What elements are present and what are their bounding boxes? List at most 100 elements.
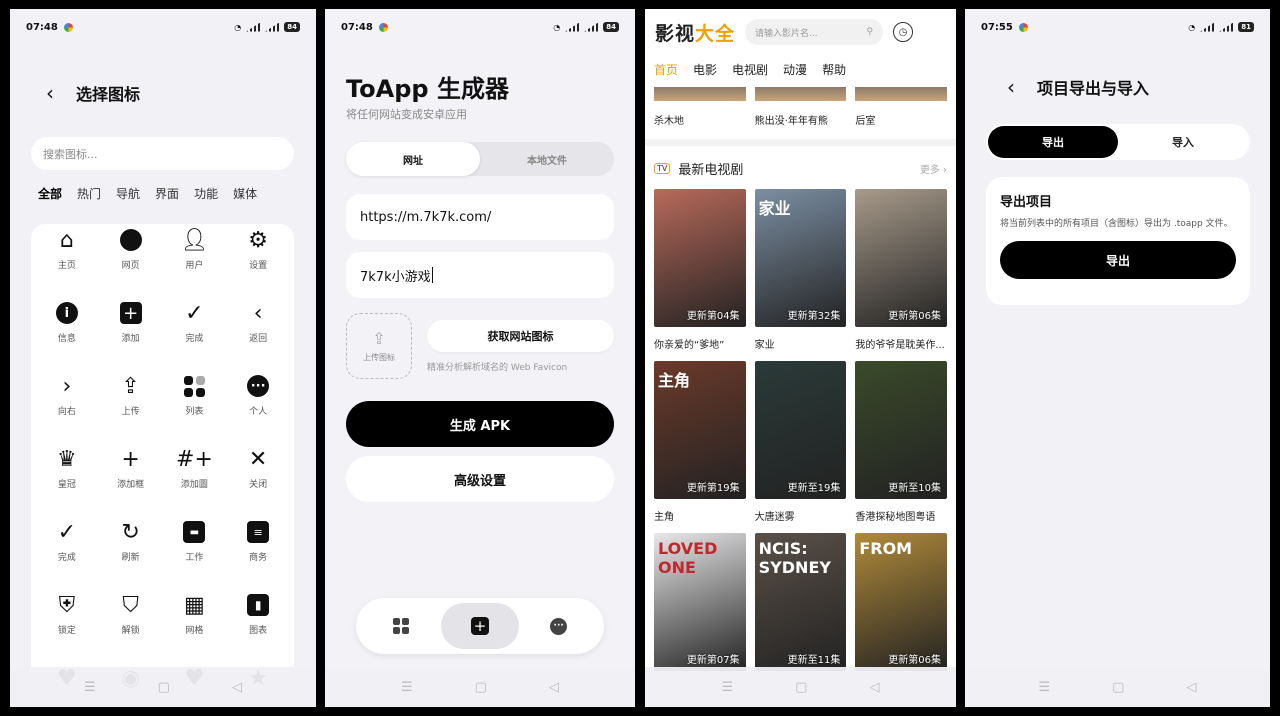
icon-option-work[interactable]: ▬ 工作 — [163, 516, 227, 589]
back-button-icon[interactable]: ◁ — [549, 680, 559, 695]
dock-projects-button[interactable] — [362, 603, 441, 649]
icon-option-done[interactable]: ✓ 完成 — [163, 297, 227, 370]
tab-interface[interactable]: 界面 — [155, 185, 179, 202]
icon-search-input[interactable]: 搜索图标... — [31, 137, 294, 170]
poster-image[interactable]: 更新至19集 — [754, 361, 847, 499]
tab-all[interactable]: 全部 — [38, 185, 62, 202]
app-name-input[interactable]: 7k7k小游戏 — [346, 252, 614, 298]
poster-image[interactable]: NCIS: SYDNEY 更新至11集 — [754, 533, 847, 671]
back-arrow-icon[interactable]: ‹ — [1007, 75, 1015, 99]
icon-option-add-image[interactable]: #+ 添加圖 — [163, 443, 227, 516]
tv-card[interactable]: 更新第04集 你亲爱的“爹地” — [654, 189, 746, 361]
movie-search-input[interactable]: 请输入影片名... ⚲ — [745, 19, 884, 45]
menu-icon[interactable]: ☰ — [1039, 680, 1051, 695]
poster-image[interactable]: FROM 更新第06集 — [855, 533, 947, 671]
back-button-icon[interactable]: ◁ — [869, 680, 879, 695]
icon-option-list[interactable]: 列表 — [163, 370, 227, 443]
tab-media[interactable]: 媒体 — [233, 185, 257, 202]
tab-popular[interactable]: 热门 — [77, 185, 101, 202]
home-button-icon[interactable]: ▢ — [1112, 680, 1124, 695]
tv-card[interactable]: 主角 更新第19集 主角 — [654, 361, 746, 533]
poster-image[interactable] — [754, 87, 847, 101]
nav-help[interactable]: 帮助 — [822, 61, 846, 78]
tv-card[interactable]: 家业 更新第32集 家业 — [754, 189, 847, 361]
dock-create-button[interactable]: + — [440, 603, 520, 649]
nav-anime[interactable]: 动漫 — [783, 61, 807, 78]
show-title[interactable]: 主角 — [654, 499, 746, 533]
fetch-favicon-button[interactable]: 获取网站图标 — [427, 320, 614, 352]
tab-function[interactable]: 功能 — [194, 185, 218, 202]
nav-movies[interactable]: 电影 — [693, 61, 717, 78]
icon-option-chart[interactable]: ▮ 图表 — [226, 589, 290, 662]
icon-option-home[interactable]: ⌂ 主页 — [35, 224, 99, 297]
home-button-icon[interactable]: ▢ — [475, 680, 487, 695]
show-title[interactable]: 家业 — [755, 327, 847, 361]
icon-option-user[interactable]: 👤︎ 用户 — [163, 224, 227, 297]
back-button-icon[interactable]: ◁ — [232, 680, 242, 695]
icon-option-right[interactable]: › 向右 — [35, 370, 99, 443]
bottom-dock: + ··· — [356, 598, 604, 654]
movie-title[interactable]: 杀木地 — [654, 112, 746, 127]
icon-option-crown[interactable]: ♛ 皇冠 — [35, 443, 99, 516]
poster-image[interactable] — [855, 87, 948, 101]
icon-option-back[interactable]: ‹ 返回 — [226, 297, 290, 370]
nav-tv[interactable]: 电视剧 — [732, 61, 768, 78]
app-logo: 影视大全 — [655, 22, 736, 45]
show-title[interactable]: 大唐迷雾 — [755, 499, 847, 533]
icon-option-done-2[interactable]: ✓ 完成 — [35, 516, 99, 589]
more-link[interactable]: 更多 › — [920, 161, 947, 176]
poster-image[interactable]: 更新至10集 — [855, 361, 947, 499]
icon-option-grid[interactable]: ▦ 网格 — [163, 589, 227, 662]
home-button-icon[interactable]: ▢ — [158, 680, 170, 695]
advanced-settings-button[interactable]: 高级设置 — [346, 456, 614, 502]
icon-option-web[interactable]: 网页 — [99, 224, 163, 297]
url-input[interactable]: https://m.7k7k.com/ — [346, 194, 614, 240]
tv-card[interactable]: 更新第06集 我的爷爷是耽美作... — [855, 189, 947, 361]
export-button[interactable]: 导出 — [1000, 241, 1236, 279]
episode-badge: 更新第32集 — [787, 311, 841, 322]
poster-image[interactable]: 家业 更新第32集 — [754, 189, 847, 327]
menu-icon[interactable]: ☰ — [84, 680, 96, 695]
poster-image[interactable]: 更新第06集 — [855, 189, 947, 327]
poster-image[interactable] — [654, 87, 746, 101]
generate-apk-button[interactable]: 生成 APK — [346, 401, 614, 447]
menu-icon[interactable]: ☰ — [401, 680, 413, 695]
icon-option-upload[interactable]: ⇪ 上传 — [99, 370, 163, 443]
history-icon[interactable]: ◷ — [893, 22, 914, 42]
poster-image[interactable]: 主角 更新第19集 — [654, 361, 746, 499]
show-title[interactable]: 香港探秘地图粤语 — [855, 499, 947, 533]
building-icon: ▦ — [183, 592, 205, 618]
tv-card[interactable]: 更新至19集 大唐迷雾 — [754, 361, 847, 533]
movie-title[interactable]: 后室 — [855, 112, 947, 127]
header: ‹ 选择图标 — [46, 81, 140, 105]
menu-icon[interactable]: ☰ — [722, 680, 734, 695]
show-title[interactable]: 你亲爱的“爹地” — [654, 327, 746, 361]
poster-image[interactable]: LOVED ONE 更新第07集 — [654, 533, 746, 671]
icon-option-settings[interactable]: ⚙ 设置 — [226, 224, 290, 297]
home-button-icon[interactable]: ▢ — [795, 680, 807, 695]
icon-option-refresh[interactable]: ↻ 刷新 — [99, 516, 163, 589]
tab-navigation[interactable]: 导航 — [116, 185, 140, 202]
icon-option-info[interactable]: i 信息 — [35, 297, 99, 370]
back-button-icon[interactable]: ◁ — [1186, 680, 1196, 695]
upload-icon-button[interactable]: ⇪ 上传图标 — [346, 313, 412, 379]
tab-local-file[interactable]: 本地文件 — [480, 142, 614, 176]
icon-option-add-box[interactable]: + 添加框 — [99, 443, 163, 516]
icon-option-unlock[interactable]: ⛉ 解锁 — [99, 589, 163, 662]
icon-option-lock[interactable]: ⛨ 锁定 — [35, 589, 99, 662]
icon-option-business[interactable]: ≡ 商务 — [226, 516, 290, 589]
tab-url[interactable]: 网址 — [346, 142, 480, 176]
nav-home[interactable]: 首页 — [654, 61, 678, 78]
poster-image[interactable]: 更新第04集 — [654, 189, 746, 327]
show-title[interactable]: 我的爷爷是耽美作... — [855, 327, 947, 361]
tab-export[interactable]: 导出 — [988, 126, 1118, 158]
icon-option-add[interactable]: + 添加 — [99, 297, 163, 370]
category-nav: 首页 电影 电视剧 动漫 帮助 — [654, 61, 846, 78]
movie-title[interactable]: 熊出没·年年有熊 — [755, 112, 847, 127]
icon-option-close[interactable]: ✕ 关闭 — [226, 443, 290, 516]
tv-card[interactable]: 更新至10集 香港探秘地图粤语 — [855, 361, 947, 533]
tab-import[interactable]: 导入 — [1118, 126, 1248, 158]
dock-more-button[interactable]: ··· — [519, 603, 598, 649]
icon-option-personal[interactable]: ··· 个人 — [226, 370, 290, 443]
back-arrow-icon[interactable]: ‹ — [46, 81, 54, 105]
